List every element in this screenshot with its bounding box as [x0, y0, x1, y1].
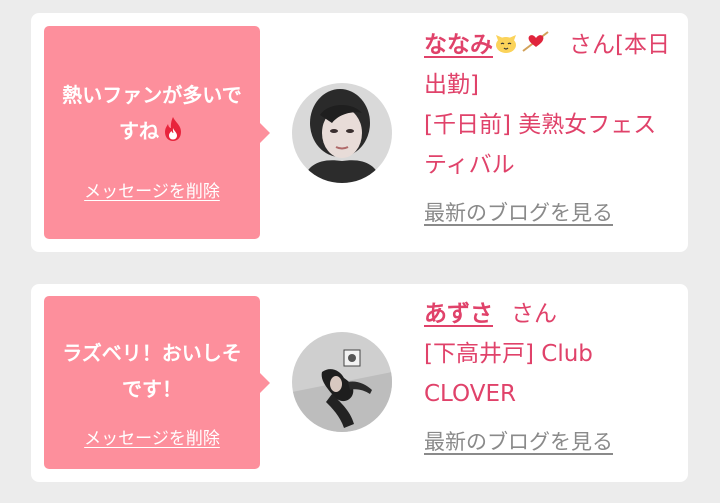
shop-name: [千日前] 美熟女フェスティバル [424, 112, 657, 178]
profile-info: あずさ さん [下高井戸] Club CLOVER 最新のブログを見る [424, 294, 674, 462]
profile-header: あずさ さん [424, 294, 674, 334]
fire-icon [161, 116, 185, 142]
message-bubble: 熱いファンが多いですね メッセージを削除 [44, 26, 270, 239]
profile-name-link[interactable]: ななみ [424, 31, 551, 58]
message-text: 熱いファンが多いですね [62, 83, 242, 143]
honorific: さん [511, 301, 557, 327]
honorific: さん [569, 32, 615, 58]
shop-name: [下高井戸] Club CLOVER [424, 341, 593, 407]
profile-info: ななみ さん[本日出勤] [千日前] 美熟女フェスティバル 最新のブログを見る [424, 25, 674, 233]
message-text: ラズベリ！おいしそです！ [62, 341, 242, 401]
message-text-wrap: 熱いファンが多いですね [58, 77, 246, 149]
delete-message-link[interactable]: メッセージを削除 [44, 424, 260, 449]
heart-arrow-icon [522, 31, 549, 52]
message-card: ラズベリ！おいしそです！ メッセージを削除 あずさ さん [下高井戸] Club … [31, 284, 688, 482]
message-card: 熱いファンが多いですね メッセージを削除 ななみ さん[本日出勤] [千日前] … [31, 13, 688, 252]
delete-message-link[interactable]: メッセージを削除 [44, 177, 260, 202]
latest-blog-link[interactable]: 最新のブログを見る [424, 422, 674, 462]
profile-name-link[interactable]: あずさ [424, 301, 493, 327]
profile-name: ななみ [424, 32, 493, 58]
cat-face-icon [496, 35, 516, 53]
avatar[interactable] [292, 332, 392, 432]
latest-blog-link[interactable]: 最新のブログを見る [424, 193, 674, 233]
message-bubble: ラズベリ！おいしそです！ メッセージを削除 [44, 296, 270, 469]
profile-header: ななみ さん[本日出勤] [424, 25, 674, 105]
avatar[interactable] [292, 83, 392, 183]
name-emoji-group [493, 28, 551, 54]
